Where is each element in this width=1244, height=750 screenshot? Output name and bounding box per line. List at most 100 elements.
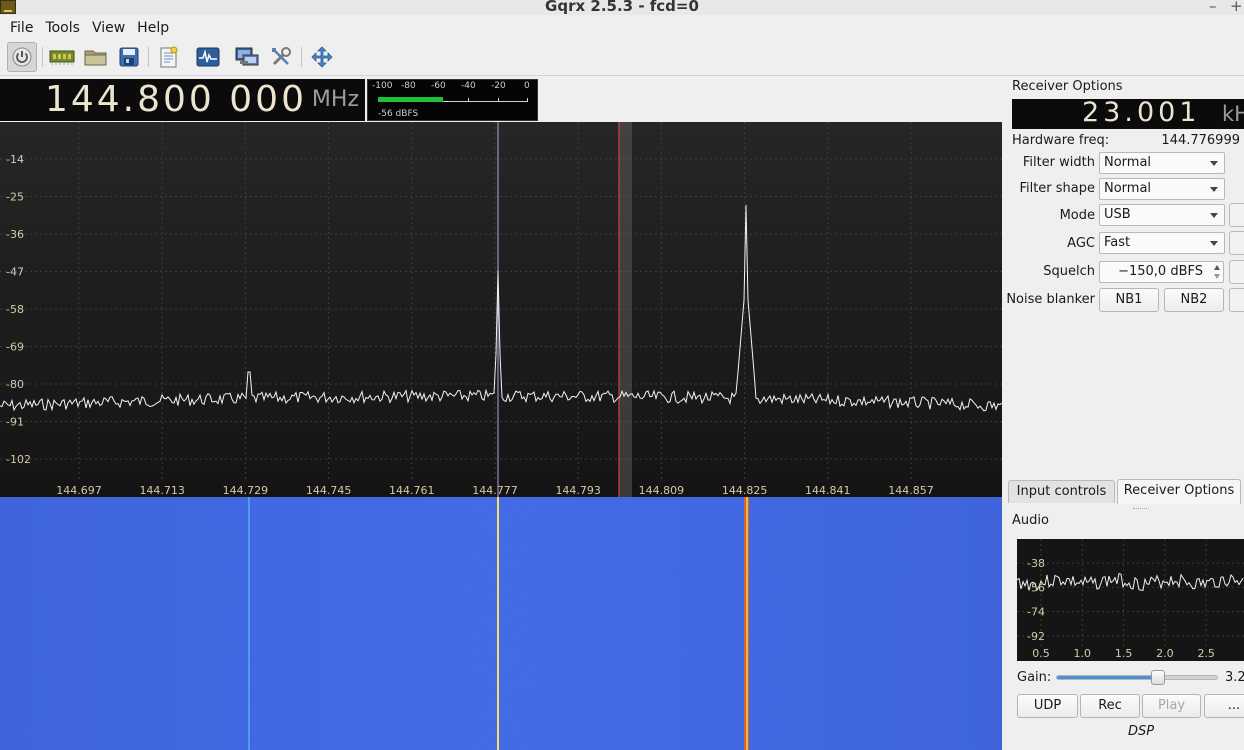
nb2-button[interactable]: NB2 [1164,288,1224,312]
waterfall-display[interactable] [0,497,1002,750]
chevron-down-icon [1210,241,1218,246]
audio-fft-canvas: -38 -56 -74 -92 0.5 1.0 1.5 2.0 2.5 [1017,539,1244,660]
waterfall-signal-line [497,497,499,750]
meter-level-bar [378,97,443,102]
waterfall-signal-line [248,497,250,750]
squelch-spinbox[interactable]: −150,0 dBFS [1099,261,1224,283]
frequency-unit: MHz [311,87,359,112]
remote-control-icon [235,47,259,66]
notes-icon [160,46,178,68]
filter-width-label: Filter width [1022,155,1095,170]
io-devices-button[interactable] [47,42,77,72]
tab-input-controls[interactable]: Input controls [1008,480,1115,503]
menu-help[interactable]: Help [131,20,175,36]
title-bar: Gqrx 2.5.3 - fcd=0 – + [0,0,1244,15]
record-button[interactable]: Rec [1080,694,1140,718]
squelch-label: Squelch [1043,264,1095,279]
spectrum-x-tick-label: 144.761 [389,484,435,497]
audio-options-button[interactable]: ... [1204,694,1244,718]
agc-options-button[interactable] [1229,231,1244,255]
remote-control-button[interactable] [232,42,262,72]
rds-notes-button[interactable] [154,42,184,72]
start-dsp-button[interactable] [7,42,37,72]
filter-offset-display[interactable]: 23.001 kH [1012,99,1244,129]
frequency-display[interactable]: 144.800 000 MHz [0,79,365,121]
menu-file[interactable]: File [4,20,39,36]
noise-blanker-options-button[interactable] [1229,288,1244,312]
meter-scale-label: -80 [401,81,416,91]
hardware-freq-value: 144.776999 [1161,133,1240,148]
meter-scale-label: -20 [491,81,506,91]
agc-select[interactable]: Fast [1099,232,1225,254]
spectrum-x-tick-label: 144.729 [223,484,269,497]
window-title: Gqrx 2.5.3 - fcd=0 [545,0,699,15]
full-screen-button[interactable] [307,42,337,72]
chevron-down-icon [1210,213,1218,218]
audio-x-tick-label: 1.0 [1074,647,1092,660]
audio-x-tick-label: 1.5 [1115,647,1133,660]
hardware-icon [49,50,75,65]
settings-tools-icon [272,47,291,66]
gain-slider[interactable] [1056,670,1218,685]
squelch-auto-button[interactable] [1229,260,1244,284]
load-settings-button[interactable] [81,42,111,72]
open-folder-icon [84,50,107,66]
meter-tick [527,98,528,101]
hardware-freq-label: Hardware freq: [1012,133,1110,148]
meter-reading: -56 dBFS [378,109,419,119]
gain-label: Gain: [1017,670,1052,685]
meter-scale-label: -100 [372,81,393,91]
audio-y-tick-label: -38 [1027,557,1045,570]
meter-tick [468,98,469,101]
spectrum-icon [196,47,220,67]
spectrum-x-tick-label: 144.713 [139,484,185,497]
receiver-options-title: Receiver Options [1012,79,1123,94]
configure-button[interactable] [266,42,296,72]
dsp-dock-label: DSP [1128,724,1155,739]
spin-down-icon[interactable] [1214,274,1220,279]
tab-receiver-options[interactable]: Receiver Options [1117,479,1241,504]
filter-width-select[interactable]: Normal [1099,152,1225,174]
audio-x-tick-label: 0.5 [1032,647,1050,660]
gain-slider-handle[interactable] [1150,670,1165,685]
menu-tools[interactable]: Tools [39,20,86,36]
audio-y-tick-label: -92 [1027,630,1045,643]
meter-scale-label: 0 [524,81,530,91]
gqrx-window: Gqrx 2.5.3 - fcd=0 – + File Tools View H… [0,0,1244,750]
mode-options-button[interactable] [1229,203,1244,227]
filter-passband[interactable] [619,122,632,497]
meter-scale-label: -60 [431,81,446,91]
maximize-button[interactable]: + [1230,0,1243,15]
spectrum-plot[interactable]: -14 -25 -36 -47 -58 -69 -80 -91 -102 144.697 144.… [0,122,1002,497]
fft-settings-button[interactable] [193,42,223,72]
save-settings-button[interactable] [114,42,144,72]
menu-bar: File Tools View Help [0,17,1244,39]
gain-value: 3.2 [1225,670,1244,685]
audio-fft-plot: -38 -56 -74 -92 0.5 1.0 1.5 2.0 2.5 [1017,539,1244,661]
spectrum-y-tick-label: -80 [6,378,24,391]
udp-button[interactable]: UDP [1017,694,1078,718]
squelch-value: −150,0 dBFS [1118,264,1203,279]
noise-blanker-label: Noise blanker [1006,292,1095,307]
mode-value: USB [1104,207,1131,222]
minimize-button[interactable]: – [1209,0,1217,15]
waterfall-signal-line [746,497,748,750]
play-button[interactable]: Play [1142,694,1201,718]
waterfall-canvas[interactable] [0,497,1002,750]
spin-up-icon[interactable] [1214,265,1220,270]
menu-view[interactable]: View [86,20,131,36]
frequency-digits[interactable]: 144.800 000 [45,79,307,121]
nb1-button[interactable]: NB1 [1099,288,1159,312]
offset-digits[interactable]: 23.001 [1082,99,1200,129]
spectrum-canvas[interactable]: -14 -25 -36 -47 -58 -69 -80 -91 -102 144.697 144.… [0,122,1002,497]
power-icon [12,47,32,67]
dock-grip[interactable] [1133,508,1149,510]
audio-y-tick-label: -56 [1027,581,1045,594]
offset-unit: kH [1222,102,1244,126]
spectrum-y-tick-label: -58 [6,303,24,316]
mode-label: Mode [1059,208,1095,223]
spectrum-x-tick-label: 144.777 [472,484,518,497]
spectrum-y-tick-label: -14 [6,153,24,166]
mode-select[interactable]: USB [1099,204,1225,226]
filter-shape-select[interactable]: Normal [1099,178,1225,200]
